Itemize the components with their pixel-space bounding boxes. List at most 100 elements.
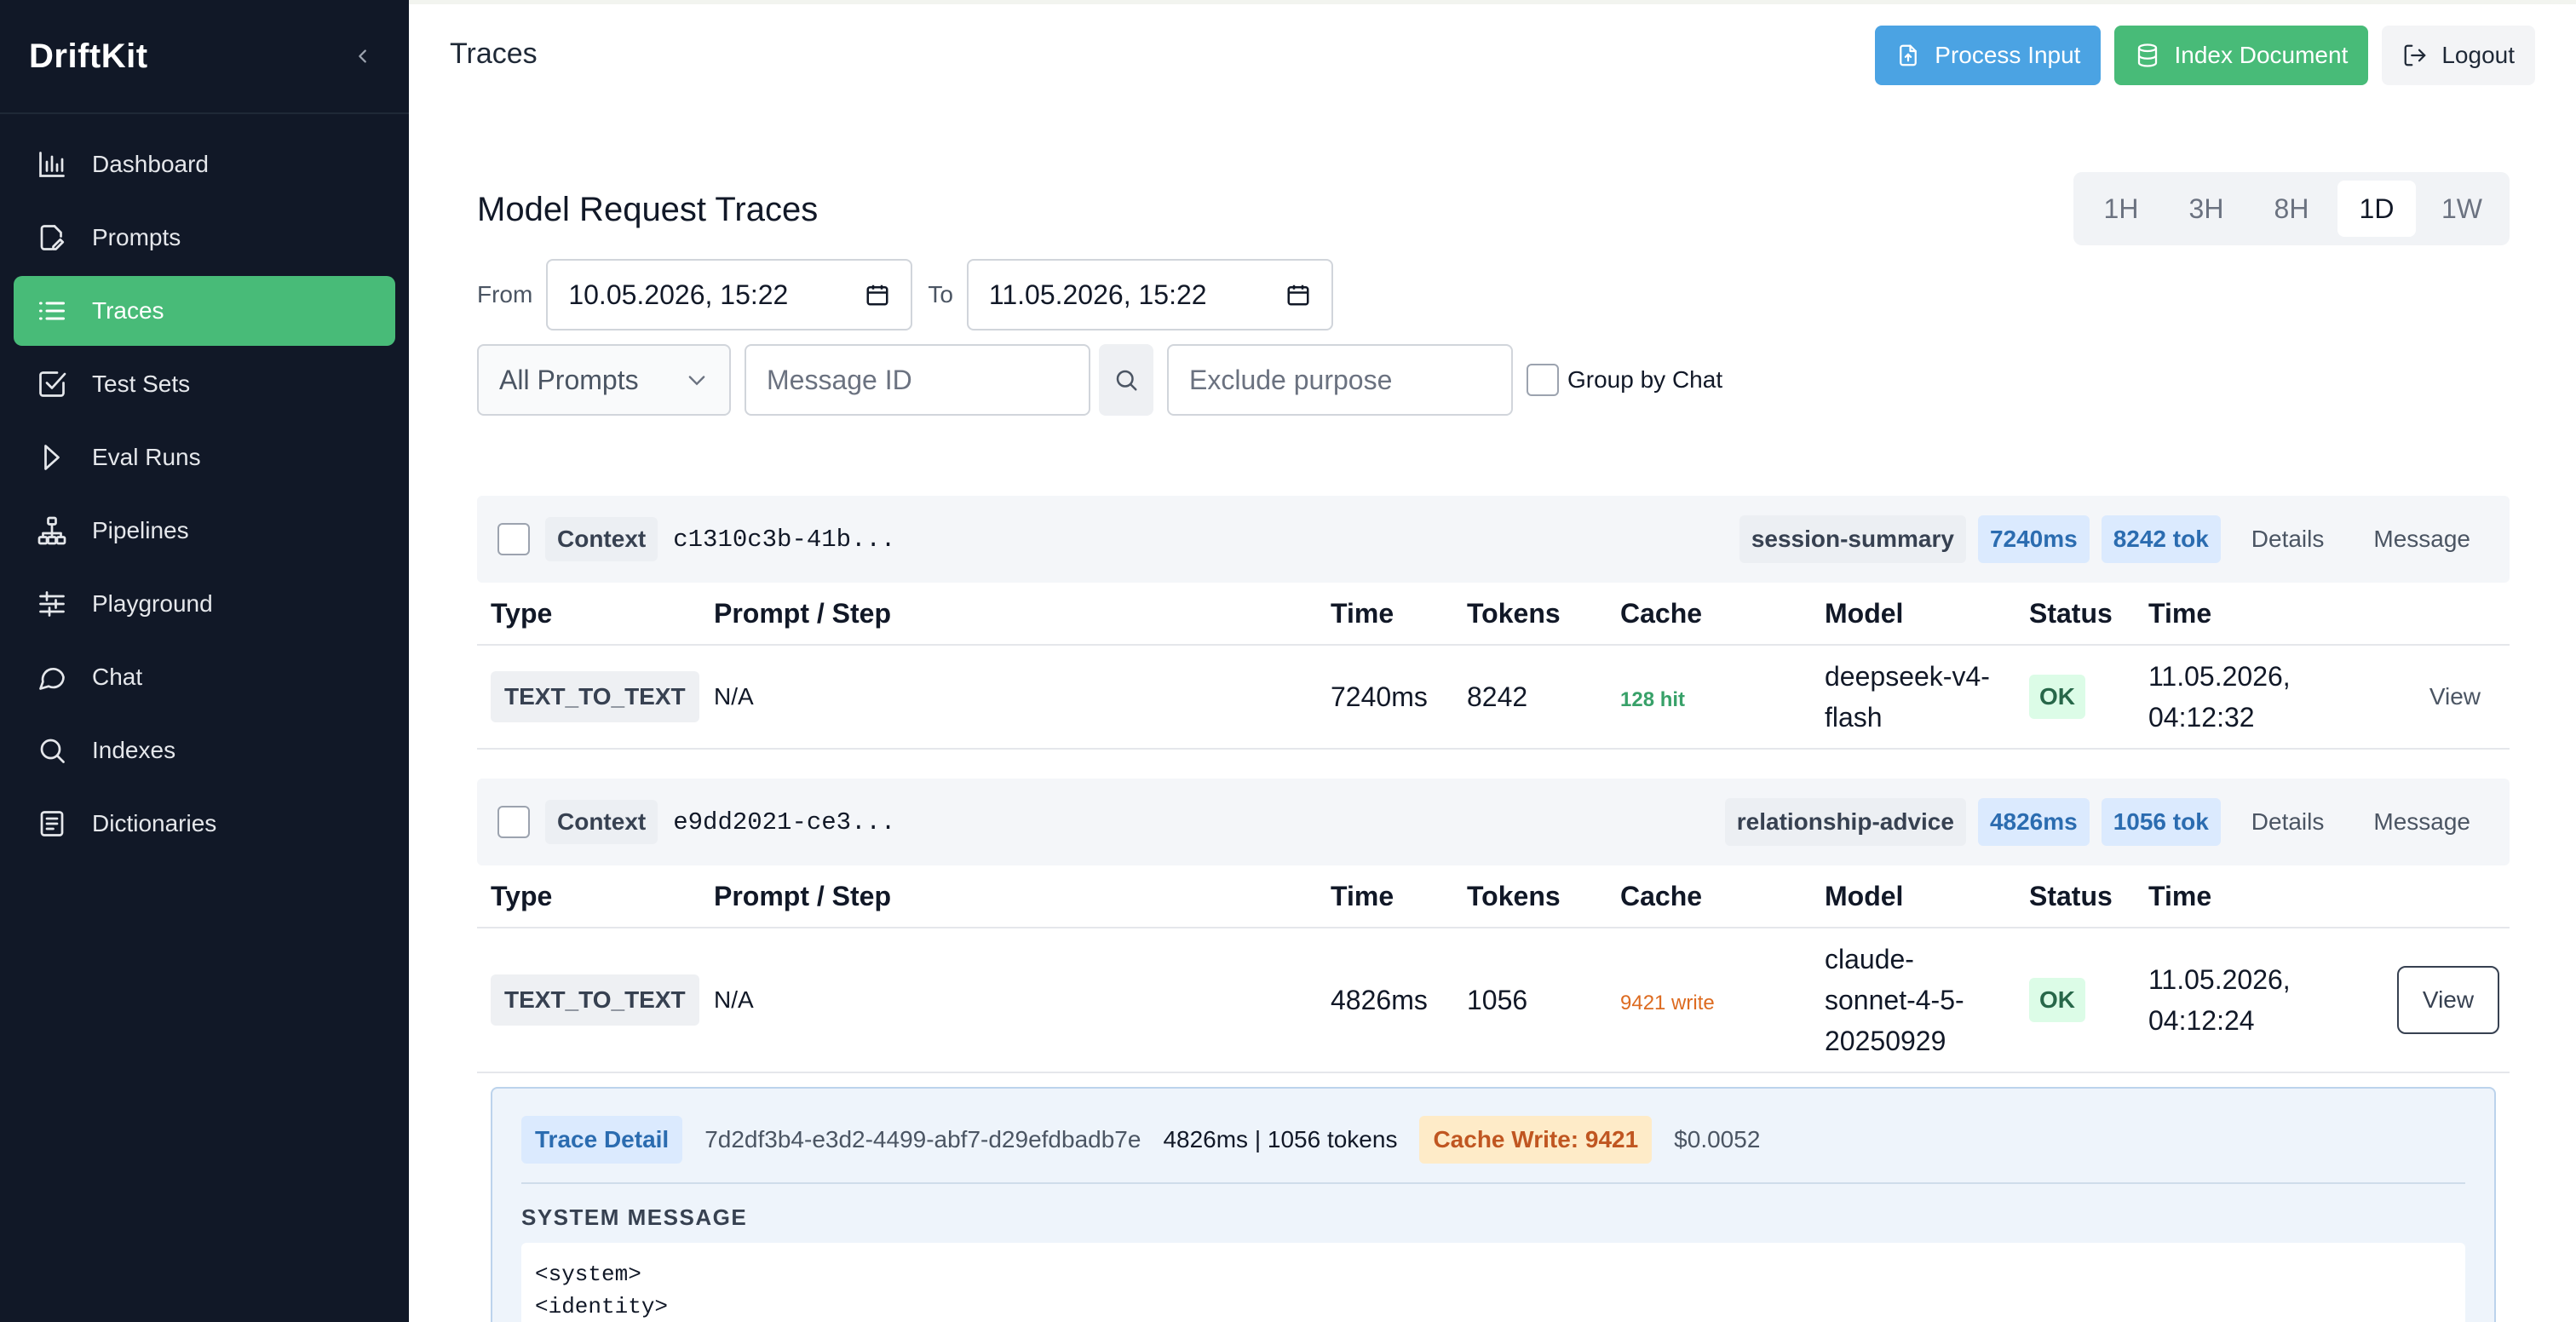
column-header-time: Time	[1331, 880, 1394, 911]
range-1d-button[interactable]: 1D	[2337, 181, 2416, 237]
column-header-time: Time	[1331, 597, 1394, 629]
purpose-tag: session-summary	[1739, 515, 1966, 563]
sidebar: DriftKit Dashboard Prompts Traces Test S…	[0, 0, 409, 1322]
sidebar-item-test-sets[interactable]: Test Sets	[14, 349, 395, 419]
sidebar-item-chat[interactable]: Chat	[14, 642, 395, 712]
sidebar-item-label: Playground	[92, 590, 213, 617]
prompt-select[interactable]: All Prompts	[477, 344, 731, 416]
index-document-button[interactable]: Index Document	[2114, 26, 2369, 85]
column-header-tokens: Tokens	[1467, 597, 1561, 629]
sidebar-item-dashboard[interactable]: Dashboard	[14, 129, 395, 199]
range-8h-button[interactable]: 8H	[2252, 181, 2331, 237]
collapse-sidebar-button[interactable]	[346, 39, 380, 73]
section-title: Model Request Traces	[477, 191, 819, 228]
column-header-prompt: Prompt / Step	[714, 597, 892, 629]
type-tag: TEXT_TO_TEXT	[491, 974, 699, 1026]
top-divider	[409, 0, 2576, 4]
details-button[interactable]: Details	[2233, 526, 2343, 553]
timestamp-date: 11.05.2026,	[2148, 964, 2291, 995]
to-label: To	[928, 281, 953, 308]
logout-icon	[2404, 44, 2426, 66]
trace-id: 7d2df3b4-e3d2-4499-abf7-d29efdbadb7e	[704, 1126, 1141, 1152]
exclude-purpose-placeholder: Exclude purpose	[1189, 364, 1393, 395]
sidebar-item-pipelines[interactable]: Pipelines	[14, 496, 395, 566]
group-header-actions: session-summary 7240ms 8242 tok Details …	[1739, 515, 2489, 563]
trace-metrics: 4826ms | 1056 tokens	[1163, 1126, 1398, 1152]
chevron-down-icon	[688, 376, 705, 386]
sidebar-item-label: Prompts	[92, 224, 181, 250]
tokens-cell: 1056	[1467, 984, 1528, 1015]
range-1w-button[interactable]: 1W	[2423, 181, 2501, 237]
sidebar-item-traces[interactable]: Traces	[14, 276, 395, 346]
process-input-button[interactable]: Process Input	[1875, 26, 2102, 85]
column-header-cache: Cache	[1620, 880, 1703, 911]
column-header-cache: Cache	[1620, 597, 1703, 629]
sidebar-item-label: Dashboard	[92, 151, 209, 177]
sidebar-item-eval-runs[interactable]: Eval Runs	[14, 422, 395, 492]
context-id: c1310c3b-41b...	[673, 525, 896, 554]
process-input-label: Process Input	[1935, 42, 2081, 68]
group-by-chat-toggle[interactable]: Group by Chat	[1527, 364, 1722, 396]
column-header-type: Type	[491, 880, 553, 911]
type-cell: TEXT_TO_TEXT	[477, 974, 714, 1026]
timestamp-cell: 11.05.2026, 04:12:32	[2148, 656, 2336, 738]
trace-group: Context c1310c3b-41b... session-summary …	[477, 496, 2510, 750]
context-id: e9dd2021-ce3...	[673, 808, 896, 836]
model-line: sonnet-4-5-	[1825, 985, 1964, 1015]
search-button[interactable]	[1099, 344, 1153, 416]
trace-cost: $0.0052	[1674, 1126, 1761, 1152]
cache-write-badge: Cache Write: 9421	[1419, 1116, 1653, 1164]
exclude-purpose-input[interactable]: Exclude purpose	[1167, 344, 1513, 416]
sidebar-item-dictionaries[interactable]: Dictionaries	[14, 789, 395, 859]
group-select-checkbox[interactable]	[497, 523, 530, 555]
message-button[interactable]: Message	[2355, 808, 2489, 836]
column-header-status: Status	[2029, 880, 2113, 911]
timestamp-cell: 11.05.2026, 04:12:24	[2148, 959, 2336, 1041]
time-range-selector: 1H 3H 8H 1D 1W	[2073, 172, 2510, 245]
sliders-icon	[36, 588, 68, 620]
table-row[interactable]: TEXT_TO_TEXT N/A 4826ms 1056 9421 write …	[477, 928, 2510, 1073]
column-header-prompt: Prompt / Step	[714, 880, 892, 911]
cache-cell: 9421 write	[1620, 985, 1825, 1016]
logout-button[interactable]: Logout	[2382, 26, 2535, 85]
logout-label: Logout	[2441, 42, 2515, 68]
to-date-value: 11.05.2026, 15:22	[988, 279, 1207, 310]
view-cell: View	[2336, 966, 2510, 1034]
view-button[interactable]: View	[2397, 966, 2499, 1034]
page-title: Traces	[450, 37, 538, 70]
details-button[interactable]: Details	[2233, 808, 2343, 836]
sidebar-item-indexes[interactable]: Indexes	[14, 716, 395, 785]
table-header: Type Prompt / Step Time Tokens Cache Mod…	[477, 865, 2510, 928]
trace-table: Type Prompt / Step Time Tokens Cache Mod…	[477, 583, 2510, 750]
search-icon	[1116, 370, 1137, 391]
range-3h-button[interactable]: 3H	[2167, 181, 2245, 237]
message-id-input[interactable]: Message ID	[745, 344, 1090, 416]
sidebar-item-label: Eval Runs	[92, 444, 201, 470]
sidebar-item-playground[interactable]: Playground	[14, 569, 395, 639]
cache-hit-label: 128 hit	[1620, 687, 1686, 711]
group-by-chat-checkbox[interactable]	[1527, 364, 1559, 396]
book-icon	[36, 808, 68, 840]
trace-detail-panel: Trace Detail 7d2df3b4-e3d2-4499-abf7-d29…	[491, 1087, 2496, 1322]
column-header-timestamp: Time	[2148, 598, 2212, 629]
model-cell: claude- sonnet-4-5- 20250929	[1825, 939, 2029, 1061]
model-line: flash	[1825, 702, 1883, 733]
group-by-chat-label: Group by Chat	[1567, 366, 1723, 393]
view-button[interactable]: View	[2411, 683, 2499, 710]
sidebar-item-prompts[interactable]: Prompts	[14, 203, 395, 273]
model-line: deepseek-v4-	[1825, 661, 1990, 692]
table-row[interactable]: TEXT_TO_TEXT N/A 7240ms 8242 128 hit dee…	[477, 646, 2510, 750]
trace-detail-header: Trace Detail 7d2df3b4-e3d2-4499-abf7-d29…	[521, 1116, 2465, 1184]
sidebar-item-label: Indexes	[92, 737, 176, 763]
table-header: Type Prompt / Step Time Tokens Cache Mod…	[477, 583, 2510, 646]
range-1h-button[interactable]: 1H	[2082, 181, 2160, 237]
from-date-input[interactable]: 10.05.2026, 15:22	[546, 259, 913, 330]
to-date-input[interactable]: 11.05.2026, 15:22	[966, 259, 1333, 330]
column-header-type: Type	[491, 597, 553, 629]
file-upload-icon	[1900, 44, 1918, 66]
network-icon	[36, 514, 68, 547]
checkbox-icon	[36, 368, 68, 400]
tokens-cell: 8242	[1467, 681, 1528, 712]
group-select-checkbox[interactable]	[497, 806, 530, 838]
message-button[interactable]: Message	[2355, 526, 2489, 553]
